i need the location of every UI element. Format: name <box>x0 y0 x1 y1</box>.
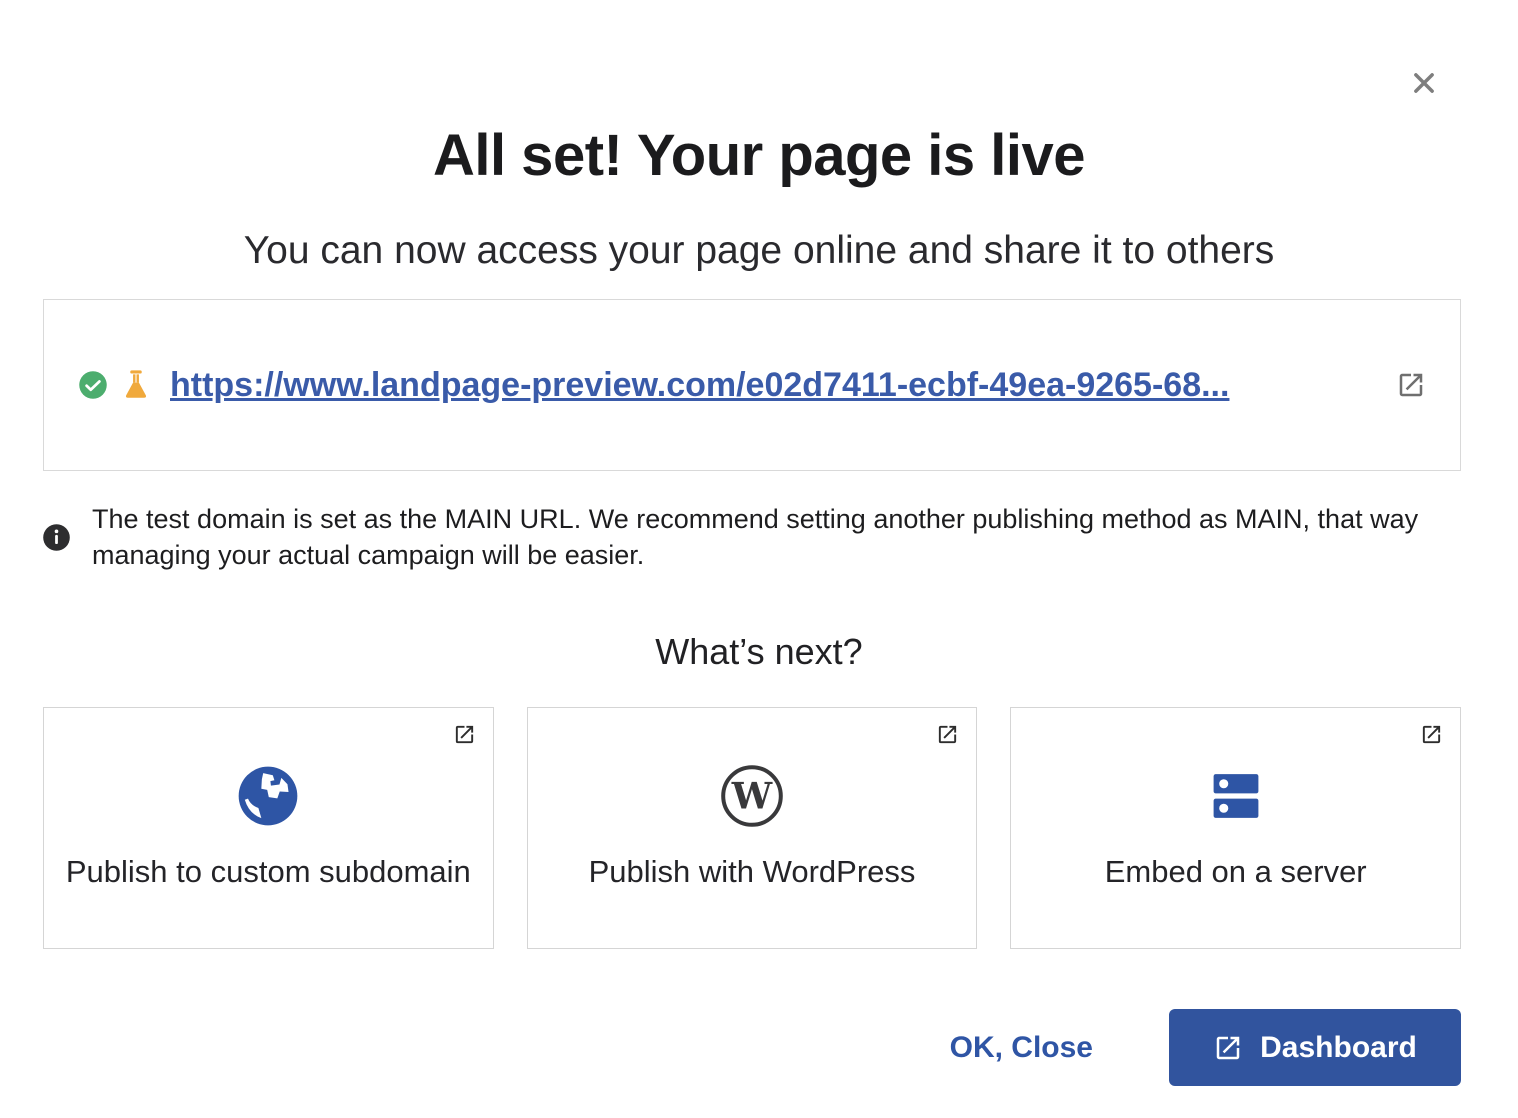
open-in-new-icon <box>453 723 476 746</box>
page-title: All set! Your page is live <box>0 0 1518 189</box>
preview-url-link[interactable]: https://www.landpage-preview.com/e02d741… <box>170 366 1376 405</box>
wordpress-icon: W <box>720 764 784 828</box>
card-label: Publish to custom subdomain <box>66 854 471 890</box>
open-in-new-icon <box>1420 723 1443 746</box>
whats-next-cards: Publish to custom subdomain W Publish wi… <box>43 707 1461 949</box>
card-label: Publish with WordPress <box>589 854 916 890</box>
close-icon <box>1409 68 1439 101</box>
whats-next-title: What’s next? <box>0 631 1518 673</box>
open-in-new-icon <box>936 723 959 746</box>
card-publish-wordpress[interactable]: W Publish with WordPress <box>527 707 978 949</box>
note-text: The test domain is set as the MAIN URL. … <box>92 501 1461 573</box>
server-icon <box>1204 764 1268 828</box>
modal-footer: OK, Close Dashboard <box>0 1009 1518 1086</box>
subtitle: You can now access your page online and … <box>0 229 1518 273</box>
globe-icon <box>236 764 300 828</box>
open-in-new-icon <box>1213 1033 1243 1063</box>
publish-success-modal: All set! Your page is live You can now a… <box>0 0 1518 1086</box>
close-button[interactable] <box>1404 64 1444 104</box>
card-embed-server[interactable]: Embed on a server <box>1010 707 1461 949</box>
dashboard-button-label: Dashboard <box>1260 1031 1417 1065</box>
info-icon <box>42 523 71 552</box>
card-label: Embed on a server <box>1105 854 1367 890</box>
test-flask-icon <box>120 367 152 403</box>
dashboard-button[interactable]: Dashboard <box>1169 1009 1461 1086</box>
test-domain-note: The test domain is set as the MAIN URL. … <box>42 501 1461 573</box>
card-publish-custom-subdomain[interactable]: Publish to custom subdomain <box>43 707 494 949</box>
preview-url-box: https://www.landpage-preview.com/e02d741… <box>43 299 1461 471</box>
ok-close-button[interactable]: OK, Close <box>950 1031 1093 1065</box>
svg-text:W: W <box>731 775 773 817</box>
check-circle-icon <box>78 370 108 400</box>
open-url-external-icon[interactable] <box>1396 370 1426 400</box>
